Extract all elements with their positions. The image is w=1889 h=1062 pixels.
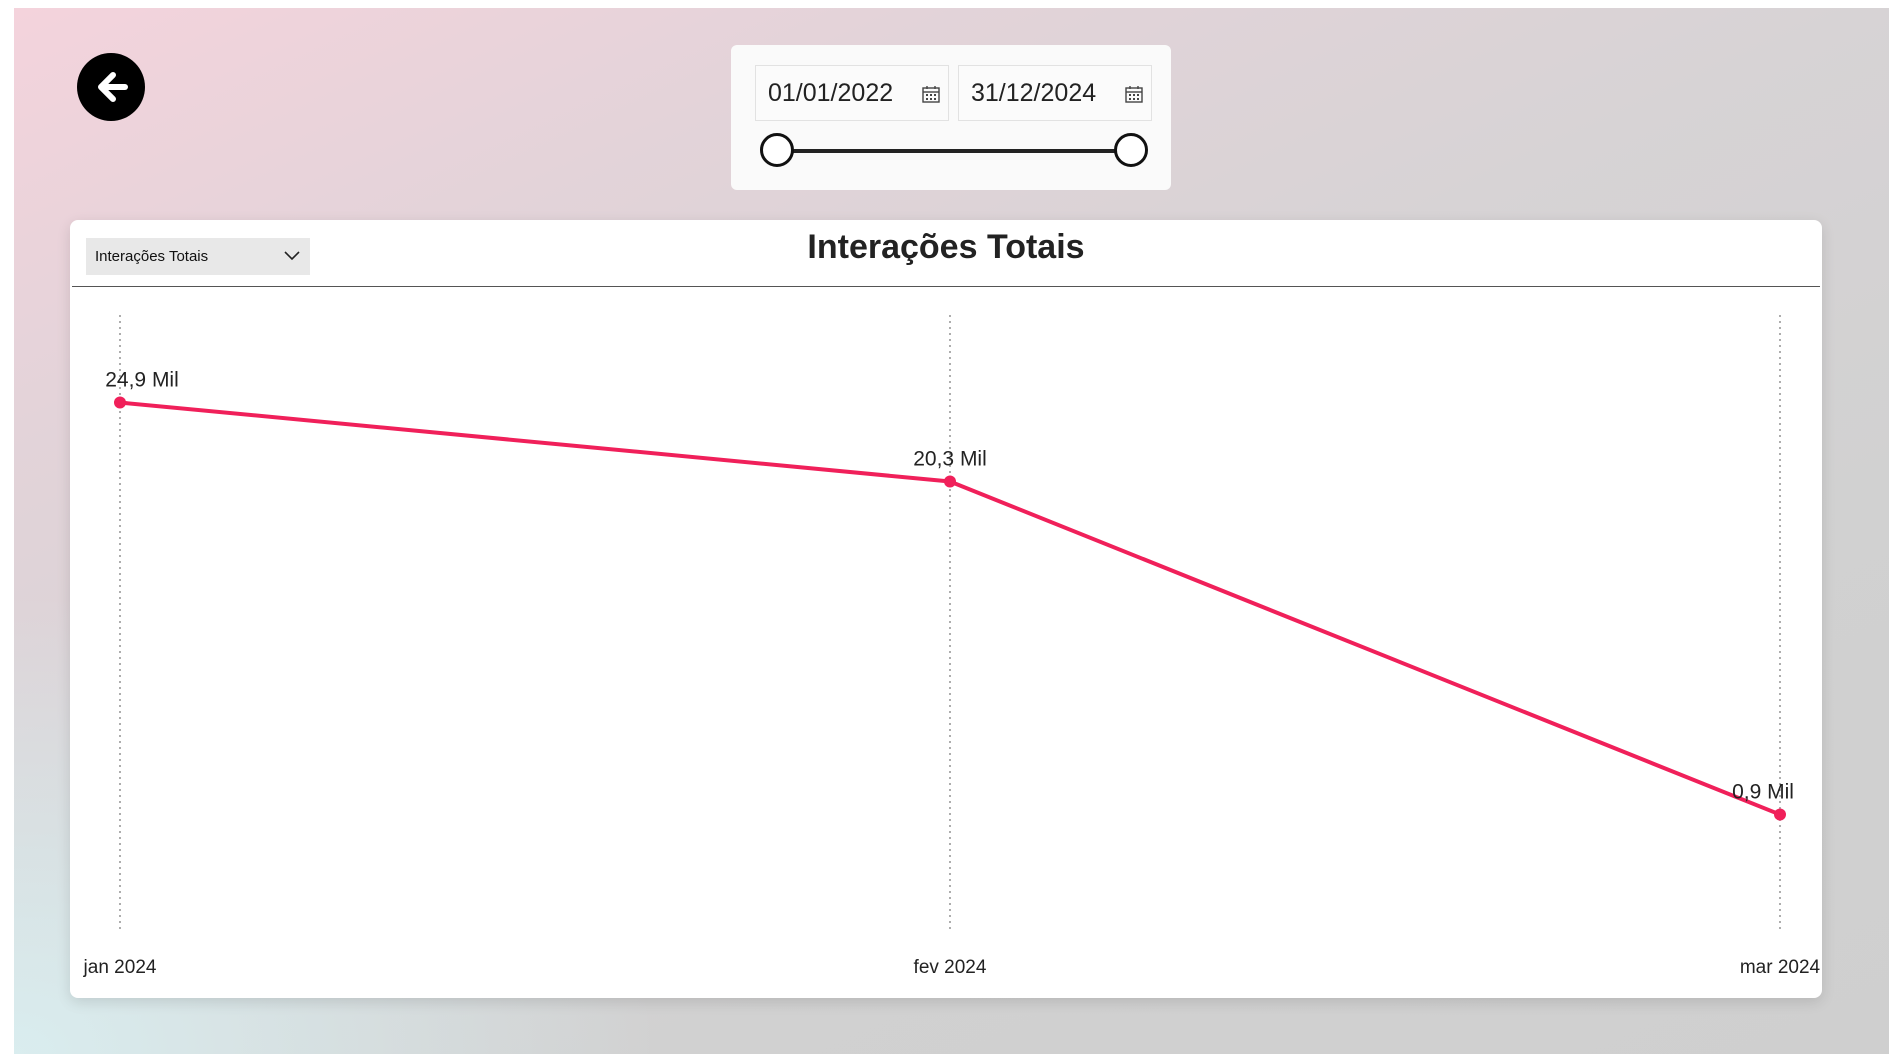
line-chart: 24,9 Mil 20,3 Mil 0,9 Mil jan 2024 fev 2024 m… xyxy=(83,315,1821,978)
arrow-left-icon xyxy=(98,72,128,102)
slider-end-handle[interactable] xyxy=(1114,133,1148,167)
report-canvas: 01/01/2022 31/12/2024 Interações Totais … xyxy=(14,8,1889,1054)
x-tick-label: mar 2024 xyxy=(1740,957,1821,978)
calendar-icon[interactable] xyxy=(922,85,940,103)
calendar-icon[interactable] xyxy=(1125,85,1143,103)
start-date-value: 01/01/2022 xyxy=(768,78,894,107)
data-point[interactable] xyxy=(114,396,126,409)
date-slider-track[interactable] xyxy=(773,149,1129,153)
data-point[interactable] xyxy=(944,475,956,488)
data-label: 24,9 Mil xyxy=(105,369,179,392)
data-label: 20,3 Mil xyxy=(913,448,987,471)
start-date-input[interactable]: 01/01/2022 xyxy=(755,65,949,121)
x-tick-label: fev 2024 xyxy=(914,957,987,978)
end-date-value: 31/12/2024 xyxy=(971,78,1097,107)
end-date-input[interactable]: 31/12/2024 xyxy=(958,65,1152,121)
data-label: 0,9 Mil xyxy=(1732,781,1794,804)
data-point[interactable] xyxy=(1774,808,1786,821)
x-tick-label: jan 2024 xyxy=(83,957,157,978)
chart-card: Interações Totais Interações Totais 24,9… xyxy=(70,220,1822,998)
slider-start-handle[interactable] xyxy=(760,133,794,167)
back-button[interactable] xyxy=(77,53,145,121)
date-range-filter: 01/01/2022 31/12/2024 xyxy=(731,45,1171,190)
